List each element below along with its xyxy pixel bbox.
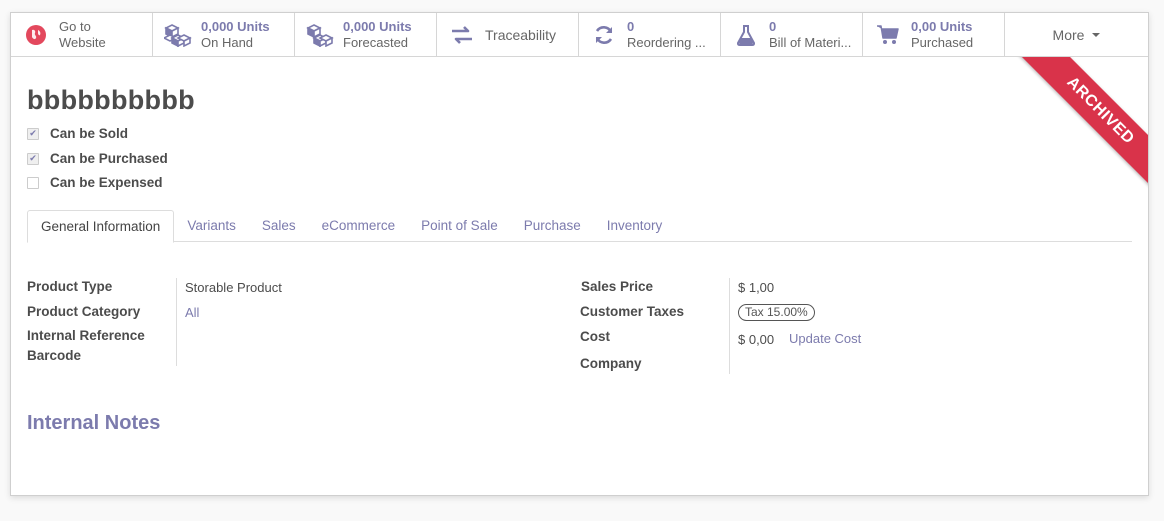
flask-icon (731, 21, 761, 49)
refresh-icon (589, 21, 619, 49)
product-type-value[interactable]: Storable Product (185, 280, 282, 295)
tab-ecommerce[interactable]: eCommerce (309, 210, 409, 242)
cost-label: Cost (580, 329, 610, 344)
sales-price-value[interactable]: $ 1,00 (738, 280, 774, 295)
checkbox[interactable] (27, 127, 39, 140)
cubes-icon (305, 21, 335, 49)
company-label: Company (580, 356, 642, 371)
traceability-label: Traceability (485, 26, 557, 43)
exchange-icon (447, 21, 477, 49)
internal-reference-label: Internal Reference (27, 328, 145, 343)
notebook-tabs: General Information Variants Sales eComm… (27, 210, 1132, 243)
forecasted-button[interactable]: 0,000 Units Forecasted (295, 13, 437, 56)
tax-badge[interactable]: Tax 15.00% (738, 304, 815, 321)
on-hand-label: On Hand (201, 34, 254, 50)
cost-value[interactable]: $ 0,00 (738, 332, 774, 347)
forecasted-label: Forecasted (343, 34, 409, 50)
can-be-expensed-option[interactable]: Can be Expensed (27, 175, 163, 190)
customer-taxes-label: Customer Taxes (580, 304, 685, 319)
barcode-label: Barcode (27, 348, 82, 363)
cubes-icon (163, 21, 193, 49)
go-to-website-button[interactable]: Go to Website (11, 13, 153, 56)
tab-sales[interactable]: Sales (249, 210, 309, 242)
purchased-value: 0,00 Units (911, 18, 973, 34)
traceability-button[interactable]: Traceability (437, 13, 579, 56)
option-label: Can be Purchased (50, 151, 168, 166)
can-be-sold-option[interactable]: Can be Sold (27, 126, 128, 141)
more-button[interactable]: More (1005, 13, 1148, 56)
purchased-button[interactable]: 0,00 Units Purchased (863, 13, 1005, 56)
ribbon-label: ARCHIVED (1017, 57, 1148, 194)
on-hand-value: 0,000 Units (201, 18, 270, 34)
tab-variants[interactable]: Variants (174, 210, 249, 242)
product-form-sheet: Go to Website 0,000 Units On Hand 0,000 … (10, 12, 1149, 496)
tab-purchase[interactable]: Purchase (511, 210, 594, 242)
website-value: Go to (59, 18, 91, 34)
bom-value: 0 (769, 18, 777, 34)
bom-label: Bill of Materi... (769, 34, 852, 50)
globe-icon (21, 21, 51, 49)
reordering-label: Reordering ... (627, 34, 706, 50)
cart-icon (873, 21, 903, 49)
option-label: Can be Expensed (50, 175, 163, 190)
can-be-purchased-option[interactable]: Can be Purchased (27, 151, 168, 166)
purchased-label: Purchased (911, 34, 974, 50)
website-label: Website (59, 34, 106, 50)
smart-button-box: Go to Website 0,000 Units On Hand 0,000 … (11, 13, 1148, 57)
reordering-button[interactable]: 0 Reordering ... (579, 13, 721, 56)
field-separator (729, 278, 730, 374)
reordering-value: 0 (627, 18, 635, 34)
product-type-label: Product Type (27, 279, 113, 294)
tab-inventory[interactable]: Inventory (594, 210, 676, 242)
checkbox[interactable] (27, 176, 39, 189)
product-category-label: Product Category (27, 304, 141, 319)
tab-point-of-sale[interactable]: Point of Sale (408, 210, 511, 242)
caret-down-icon (1092, 32, 1101, 37)
option-label: Can be Sold (50, 126, 129, 141)
archived-ribbon: ARCHIVED (1008, 57, 1148, 197)
bill-of-materials-button[interactable]: 0 Bill of Materi... (721, 13, 863, 56)
on-hand-button[interactable]: 0,000 Units On Hand (153, 13, 295, 56)
tab-general-information[interactable]: General Information (27, 210, 175, 243)
sales-price-label: Sales Price (581, 279, 654, 294)
field-separator (176, 278, 177, 366)
product-category-value[interactable]: All (185, 305, 199, 320)
more-label: More (1052, 26, 1085, 43)
product-name[interactable]: bbbbbbbbbb (27, 85, 195, 116)
checkbox[interactable] (27, 152, 39, 165)
internal-notes-title: Internal Notes (27, 412, 161, 434)
update-cost-button[interactable]: Update Cost (789, 331, 861, 346)
forecasted-value: 0,000 Units (343, 18, 412, 34)
